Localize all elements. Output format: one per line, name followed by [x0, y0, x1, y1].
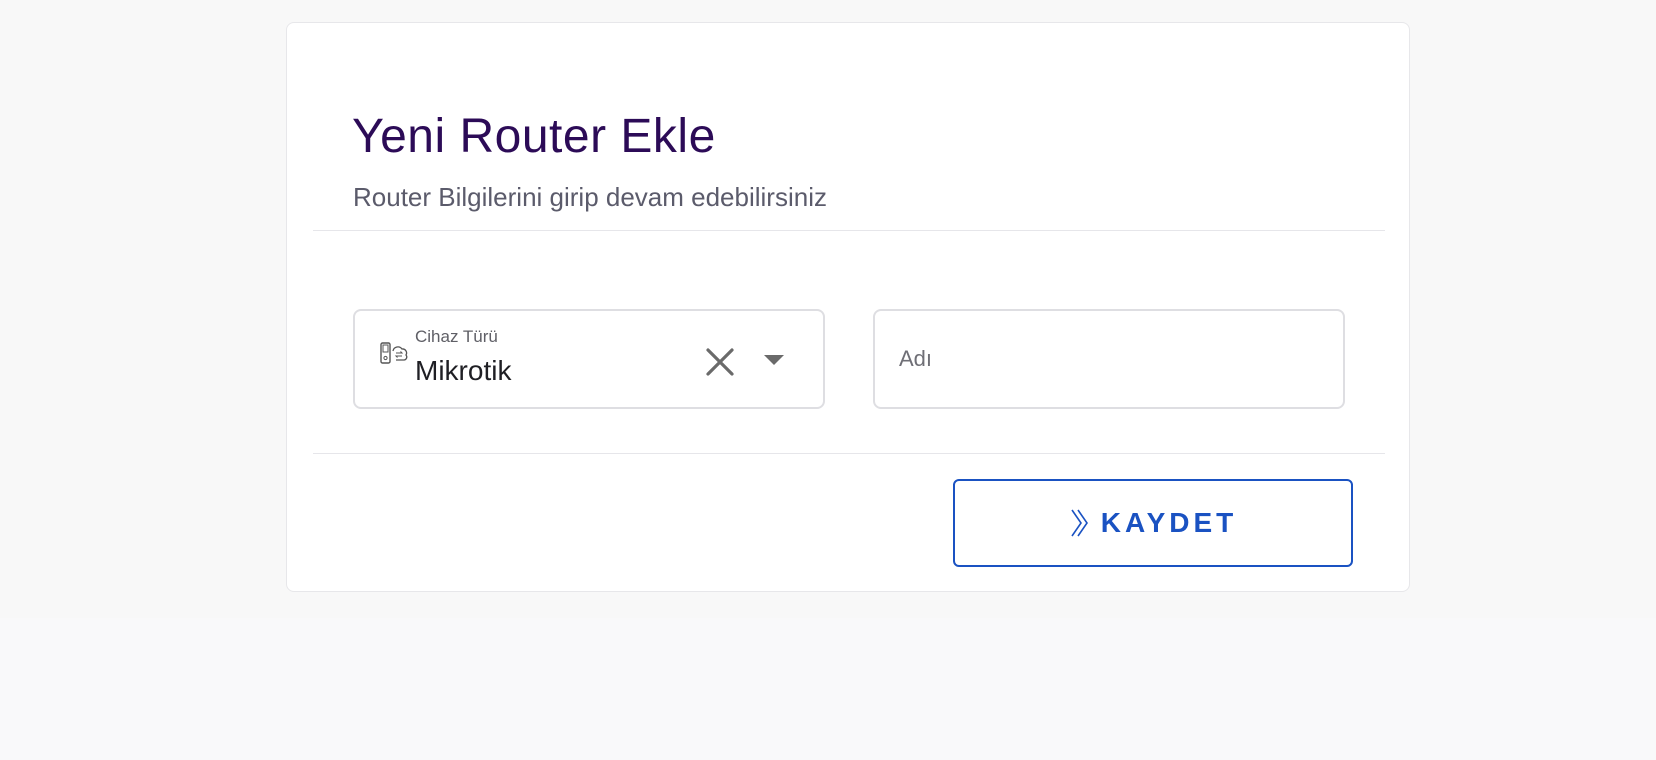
double-chevron-right-icon: [1071, 509, 1088, 537]
header-divider: [313, 230, 1385, 231]
device-type-select[interactable]: Cihaz Türü Mikrotik: [353, 309, 825, 409]
device-type-label: Cihaz Türü: [415, 327, 498, 346]
router-device-icon: [380, 342, 408, 364]
caret-down-icon[interactable]: [763, 353, 785, 367]
footer-divider: [313, 453, 1385, 454]
save-button-label: KAYDET: [1100, 507, 1238, 538]
close-icon[interactable]: [703, 345, 737, 379]
device-type-value: Mikrotik: [415, 355, 512, 386]
router-name-field[interactable]: [873, 309, 1345, 409]
page-title: Yeni Router Ekle: [352, 110, 716, 163]
page-subtitle: Router Bilgilerini girip devam edebilirs…: [353, 182, 827, 212]
add-router-card: Yeni Router Ekle Router Bilgilerini giri…: [286, 22, 1410, 592]
router-name-input[interactable]: [899, 335, 1319, 383]
save-button[interactable]: KAYDET: [953, 479, 1353, 567]
